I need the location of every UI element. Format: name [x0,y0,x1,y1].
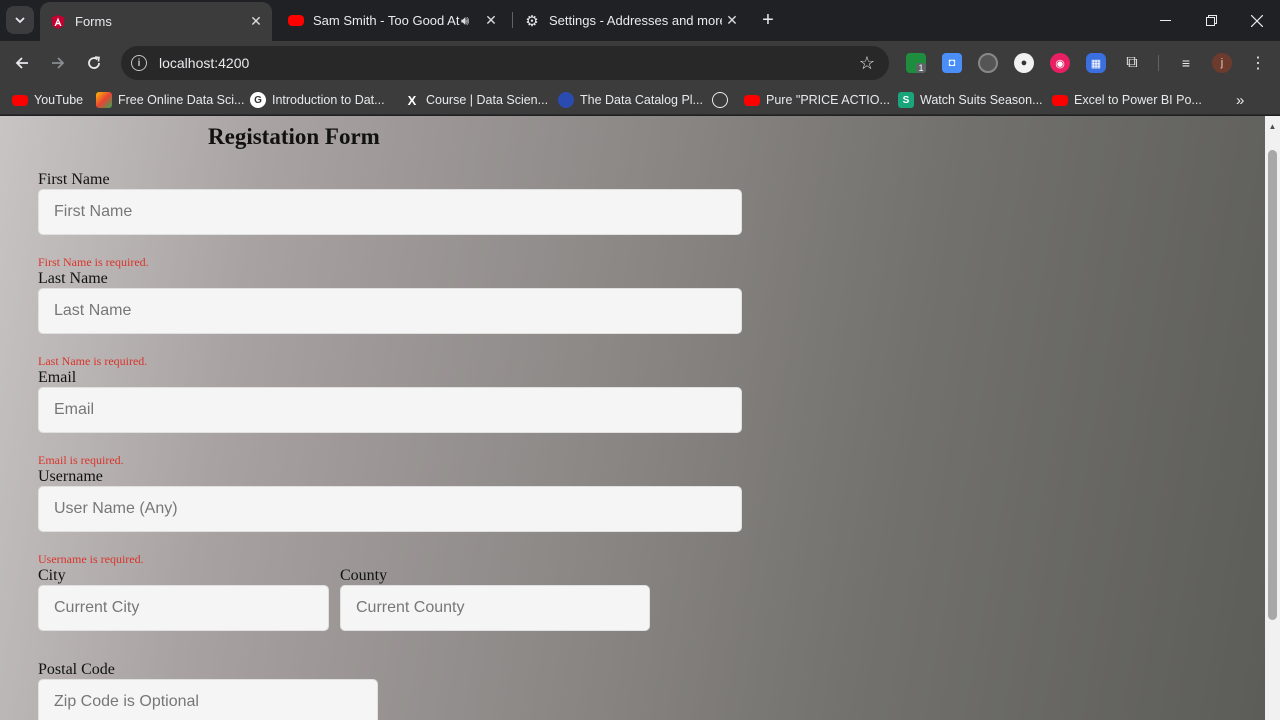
angular-icon [50,14,66,30]
profile-initial: j [1220,57,1224,69]
minimize-icon [1159,20,1171,21]
screen-capture-icon[interactable]: ◘ [942,53,962,73]
close-icon[interactable]: ✕ [246,12,266,32]
bookmark-label: Watch Suits Season... [920,93,1043,107]
last-name-input[interactable] [38,288,742,334]
tab-youtube[interactable]: Sam Smith - Too Good At G 🔊︎ ✕ [278,0,510,41]
bookmark-globe[interactable] [712,91,734,109]
arrow-right-icon [52,57,65,69]
extension-icon[interactable]: 1 [906,53,926,73]
bookmark-star-icon[interactable]: ☆ [859,53,875,74]
bookmark-data-catalog[interactable]: The Data Catalog Pl... [558,91,703,109]
last-name-error: Last Name is required. [38,354,148,368]
restore-button[interactable] [1188,0,1234,41]
tab-title: Forms [75,14,112,29]
forward-button[interactable] [44,49,72,77]
gear-icon: ⚙ [525,12,539,30]
bookmark-label: Pure "PRICE ACTIO... [766,93,890,107]
reload-icon [88,56,100,69]
youtube-icon [744,92,760,108]
restore-icon [1205,15,1217,26]
email-label: Email [38,369,77,386]
arrow-left-icon [15,57,28,69]
postal-code-label: Postal Code [38,661,115,678]
county-input[interactable] [340,585,650,631]
bookmark-label: Introduction to Dat... [272,93,385,107]
close-icon[interactable]: ✕ [481,11,501,31]
tab-separator [512,12,513,28]
bookmark-youtube[interactable]: YouTube [12,91,83,109]
speaker-icon[interactable]: 🔊︎ [461,13,481,29]
close-icon[interactable]: ✕ [722,11,742,31]
url-text[interactable]: localhost:4200 [159,55,859,71]
x-icon: X [407,92,417,108]
page-scrollbar[interactable]: ▲ [1265,116,1280,720]
avatar[interactable]: j [1212,53,1232,73]
colab-icon [96,92,112,108]
reload-button[interactable] [80,49,108,77]
email-input[interactable] [38,387,742,433]
bookmark-label: Excel to Power BI Po... [1074,93,1202,107]
city-label: City [38,567,66,584]
google-icon: G [250,92,266,108]
chat-extension-icon[interactable]: ● [1014,53,1034,73]
page-content: Registation Form First Name First Name i… [0,116,1265,720]
browser-toolbar: i localhost:4200 ☆ 1 ◘ ● ◉ ▦ ⧉ ≡ j ⋮ [0,41,1280,85]
tab-forms[interactable]: Forms ✕ [40,2,272,41]
tab-title: Sam Smith - Too Good At G [313,13,461,28]
more-bookmarks-icon[interactable]: » [1236,91,1244,109]
youtube-icon [12,92,28,108]
menu-icon[interactable]: ⋮ [1248,53,1268,73]
bookmark-label: YouTube [34,93,84,107]
scroll-up-arrow-icon[interactable]: ▲ [1265,120,1280,132]
bookmark-price-action[interactable]: Pure "PRICE ACTIO... [744,91,890,109]
first-name-label: First Name [38,171,110,188]
record-icon[interactable] [978,53,998,73]
page-title: Registation Form [208,124,380,149]
scrollbar-thumb[interactable] [1268,150,1277,620]
bookmark-excel-power-bi[interactable]: Excel to Power BI Po... [1052,91,1202,109]
tab-title: Settings - Addresses and more [549,13,722,28]
first-name-error: First Name is required. [38,255,149,269]
username-error: Username is required. [38,552,144,566]
last-name-label: Last Name [38,270,108,287]
tab-settings[interactable]: ⚙ Settings - Addresses and more ✕ [514,0,748,41]
close-icon [1251,14,1263,27]
address-bar[interactable]: i localhost:4200 ☆ [121,46,889,80]
bookmark-introduction[interactable]: G Introduction to Dat... [250,91,385,109]
tab-search-button[interactable] [6,6,34,34]
username-label: Username [38,468,103,485]
site-info-icon[interactable]: i [131,55,147,71]
extension-badge: 1 [916,63,926,73]
globe-icon [712,92,728,108]
puzzle-icon[interactable]: ⧉ [1122,53,1142,73]
city-input[interactable] [38,585,329,631]
meet-extension-icon[interactable]: ▦ [1086,53,1106,73]
youtube-icon [288,13,304,29]
bookmark-course[interactable]: X Course | Data Scien... [404,91,548,109]
minimize-button[interactable] [1142,0,1188,41]
tab-strip: Forms ✕ Sam Smith - Too Good At G 🔊︎ ✕ ⚙… [0,0,1280,41]
chevron-down-icon [15,17,25,24]
bookmarks-bar: YouTube Free Online Data Sci... G Introd… [0,85,1280,115]
back-button[interactable] [8,49,36,77]
county-label: County [340,567,388,584]
username-input[interactable] [38,486,742,532]
bookmark-suits[interactable]: S Watch Suits Season... [898,91,1043,109]
email-error: Email is required. [38,453,124,467]
catalog-icon [558,92,574,108]
bookmark-data-science[interactable]: Free Online Data Sci... [96,91,244,109]
bookmark-label: Course | Data Scien... [426,93,549,107]
new-tab-button[interactable]: + [757,9,779,31]
toolbar-separator [1158,55,1159,71]
youtube-icon [1052,92,1068,108]
bookmark-label: Free Online Data Sci... [118,93,245,107]
media-control-icon[interactable]: ≡ [1176,53,1196,73]
first-name-input[interactable] [38,189,742,235]
target-extension-icon[interactable]: ◉ [1050,53,1070,73]
postal-code-input[interactable] [38,679,378,720]
bookmark-label: The Data Catalog Pl... [580,93,703,107]
close-window-button[interactable] [1234,0,1280,41]
s-icon: S [898,92,914,108]
